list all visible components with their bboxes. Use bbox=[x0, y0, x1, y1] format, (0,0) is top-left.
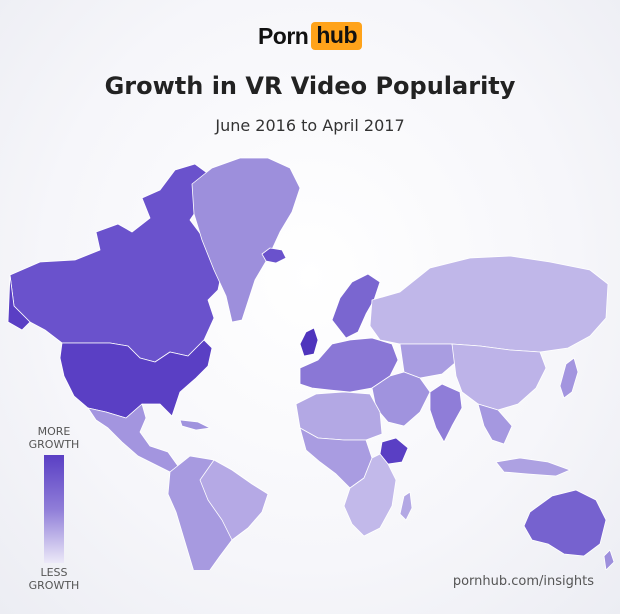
region-southeast-asia bbox=[477, 403, 513, 445]
legend-more-growth: MORE GROWTH bbox=[14, 425, 94, 451]
region-australia bbox=[523, 489, 607, 557]
region-india bbox=[429, 383, 463, 443]
brand-logo-part1: Porn bbox=[257, 22, 309, 49]
region-mexico bbox=[87, 403, 179, 473]
region-caribbean bbox=[179, 419, 211, 431]
region-china bbox=[451, 343, 547, 411]
legend-top-line2: GROWTH bbox=[28, 438, 80, 451]
region-canada bbox=[9, 163, 225, 363]
brand-logo-part2: hub bbox=[311, 22, 363, 50]
region-russia bbox=[369, 255, 609, 353]
legend-gradient-bar bbox=[44, 455, 64, 563]
map-subtitle: June 2016 to April 2017 bbox=[215, 116, 405, 135]
legend-top-line1: MORE bbox=[37, 425, 71, 438]
brand-logo: Porn hub bbox=[0, 22, 620, 50]
region-indonesia bbox=[495, 457, 571, 477]
region-central-asia bbox=[399, 343, 457, 379]
legend-less-growth: LESS GROWTH bbox=[14, 566, 94, 592]
legend-bottom-line1: LESS bbox=[40, 566, 68, 579]
region-new-zealand bbox=[603, 549, 615, 570]
legend-bottom-line2: GROWTH bbox=[28, 579, 80, 592]
map-title: Growth in VR Video Popularity bbox=[104, 72, 516, 100]
region-madagascar bbox=[399, 491, 413, 521]
world-choropleth-map bbox=[7, 157, 615, 570]
source-link[interactable]: pornhub.com/insights bbox=[453, 574, 594, 589]
region-japan bbox=[559, 357, 579, 399]
region-united-kingdom bbox=[299, 327, 319, 357]
